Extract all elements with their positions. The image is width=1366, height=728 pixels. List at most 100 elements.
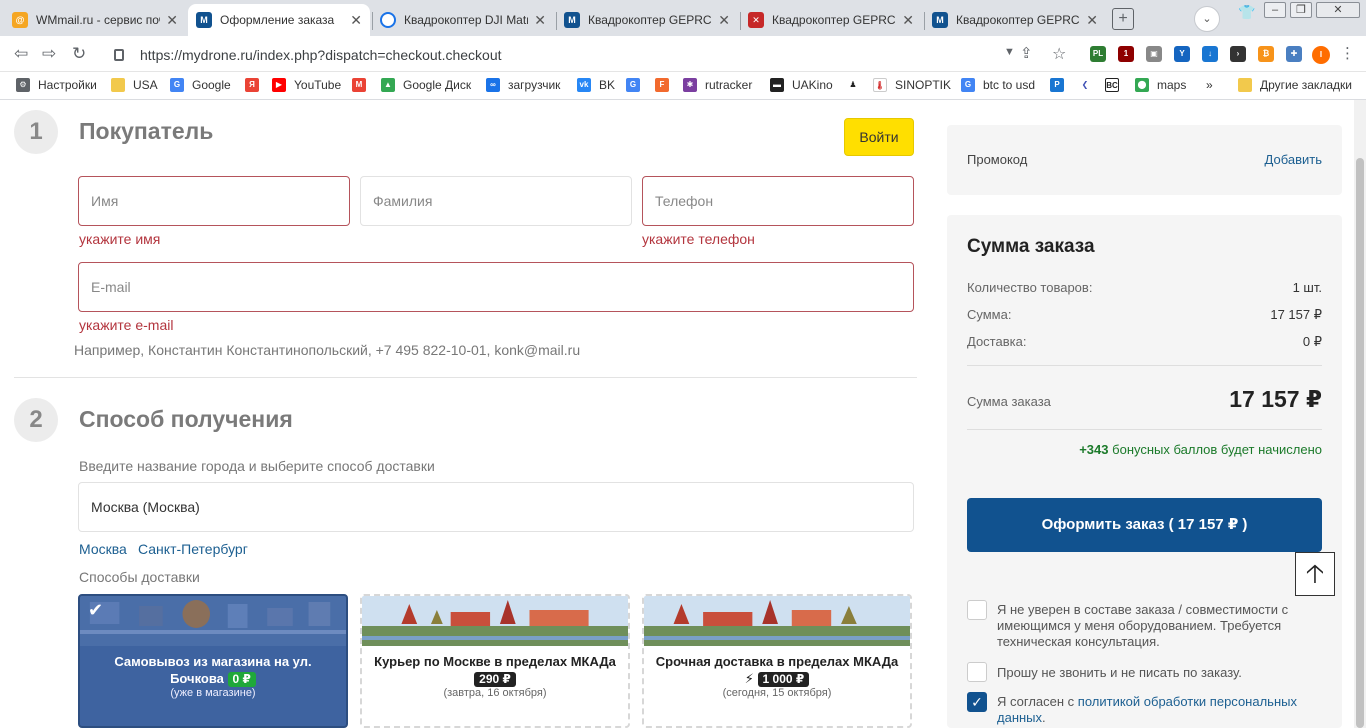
bookmark-bc[interactable]: BC (1105, 78, 1127, 92)
menu-icon[interactable]: ⋮ (1340, 44, 1355, 62)
uakino-icon: ▬ (770, 78, 784, 92)
bookmark-yandex[interactable]: Я (245, 78, 267, 92)
bookmark-p[interactable]: P (1050, 78, 1072, 92)
bookmark-chess[interactable]: ♟ (846, 78, 868, 92)
bookmark-label: YouTube (294, 78, 342, 92)
vk-icon: vk (577, 78, 591, 92)
close-icon[interactable]: ✕ (1086, 12, 1098, 29)
promo-label: Промокод (967, 152, 1028, 167)
tab-geprc-1[interactable]: M Квадрокоптер GEPRC C ✕ (556, 4, 738, 36)
bookmark-label: rutracker (705, 78, 753, 92)
bookmark-star-icon[interactable]: ☆ (1052, 44, 1066, 64)
add-promo-link[interactable]: Добавить (1265, 152, 1322, 167)
extension-bitcoin-icon[interactable]: ₿ (1258, 46, 1274, 62)
tab-checkout[interactable]: M Оформление заказа ✕ (188, 4, 370, 36)
bookmarks-overflow-button[interactable]: » (1206, 78, 1213, 92)
tab-geprc-3[interactable]: M Квадрокоптер GEPRC C ✕ (924, 4, 1106, 36)
browser-toolbar: ⇦ ⇨ ↻ https://mydrone.ru/index.php?dispa… (0, 36, 1366, 72)
page-scrollbar[interactable] (1354, 100, 1366, 728)
customize-icon[interactable]: 👕 (1238, 4, 1255, 21)
first-name-field[interactable]: Имя (78, 176, 350, 226)
minimize-button[interactable]: – (1264, 2, 1286, 18)
first-name-error: укажите имя (79, 231, 161, 247)
scrollbar-thumb[interactable] (1356, 158, 1364, 728)
p-icon: P (1050, 78, 1064, 92)
bookmark-uakino[interactable]: ▬ UAKino (770, 78, 833, 92)
extension-briefcase-icon[interactable]: ▣ (1146, 46, 1162, 62)
forward-icon[interactable]: ⇨ (42, 44, 56, 64)
delivery-option-courier[interactable]: Курьер по Москве в пределах МКАДа 290 ₽ … (360, 594, 630, 728)
no-contact-checkbox[interactable] (967, 662, 987, 682)
extension-arrow-icon[interactable]: › (1230, 46, 1246, 62)
delivery-option-pickup[interactable]: ✔ Самовывоз из магазина на ул. Бочкова 0… (78, 594, 348, 728)
bookmark-google-drive[interactable]: ▲ Google Диск (381, 78, 471, 92)
bookmark-youtube[interactable]: ▶ YouTube (272, 78, 341, 92)
selected-check-icon: ✔ (88, 600, 104, 620)
step-number-1: 1 (14, 110, 58, 154)
folder-icon (111, 78, 125, 92)
bookmark-vk[interactable]: vk BK (577, 78, 615, 92)
tab-wmmail[interactable]: @ WMmail.ru - сервис почтовых ✕ (4, 4, 186, 36)
extension-y-icon[interactable]: Y (1174, 46, 1190, 62)
summary-label: Доставка: (967, 334, 1027, 349)
close-icon[interactable]: ✕ (534, 12, 546, 29)
step-number-2: 2 (14, 398, 58, 442)
bookmark-rutracker[interactable]: ✱ rutracker (683, 78, 752, 92)
bookmark-other[interactable]: Другие закладки (1238, 78, 1352, 92)
address-bar[interactable]: https://mydrone.ru/index.php?dispatch=ch… (106, 42, 1036, 68)
city-value: Москва (Москва) (91, 499, 200, 515)
share-icon[interactable]: ⇪ (1020, 44, 1033, 62)
city-link-moscow[interactable]: Москва (79, 541, 127, 557)
consent-suffix: . (1042, 710, 1046, 725)
bookmark-maps[interactable]: ⬤ maps (1135, 78, 1186, 92)
close-window-button[interactable]: ✕ (1316, 2, 1360, 18)
consultation-checkbox[interactable] (967, 600, 987, 620)
tab-dji-matrice[interactable]: Квадрокоптер DJI Matrice ✕ (372, 4, 554, 36)
rutracker-icon: ✱ (683, 78, 697, 92)
extensions-puzzle-icon[interactable]: ✚ (1286, 46, 1302, 62)
bookmark-downloader[interactable]: ∞ загрузчик (486, 78, 560, 92)
bookmark-usa[interactable]: USA (111, 78, 158, 92)
bookmark-gmail[interactable]: M (352, 78, 374, 92)
bookmark-f[interactable]: F (655, 78, 677, 92)
bookmark-arrow[interactable]: ❮ (1078, 78, 1100, 92)
bookmark-settings[interactable]: ⚙ Настройки (16, 78, 97, 92)
delivery-option-express[interactable]: Срочная доставка в пределах МКАДа ⚡ 1 00… (642, 594, 912, 728)
close-icon[interactable]: ✕ (166, 12, 178, 29)
place-order-button[interactable]: Оформить заказ ( 17 157 ₽ ) (967, 498, 1322, 552)
bookmark-google[interactable]: G Google (170, 78, 231, 92)
bookmark-sinoptik[interactable]: 🌡 SINOPTIK (873, 78, 951, 92)
new-tab-button[interactable]: + (1112, 8, 1134, 30)
checkout-page: 1 Покупатель Войти Имя Фамилия Телефон у… (0, 100, 1366, 728)
delivery-option-title: Самовывоз из магазина на ул. Бочкова 0 ₽ (86, 653, 340, 687)
extension-shield-icon[interactable]: 1 (1118, 46, 1134, 62)
last-name-field[interactable]: Фамилия (360, 176, 632, 226)
wmmail-favicon-icon: @ (12, 12, 28, 28)
login-button[interactable]: Войти (844, 118, 914, 156)
extension-download-icon[interactable]: ↓ (1202, 46, 1218, 62)
close-icon[interactable]: ✕ (902, 12, 914, 29)
city-input[interactable]: Москва (Москва) (78, 482, 914, 532)
close-icon[interactable]: ✕ (350, 12, 362, 29)
url-dropdown-icon[interactable]: ▼ (1004, 46, 1015, 58)
tab-geprc-2[interactable]: ✕ Квадрокоптер GEPRC C ✕ (740, 4, 922, 36)
bookmark-translate[interactable]: G (626, 78, 648, 92)
tab-search-button[interactable]: ⌄ (1194, 6, 1220, 32)
bookmark-btc-usd[interactable]: Gbtc to usd (961, 78, 1035, 92)
back-icon[interactable]: ⇦ (14, 44, 28, 64)
extension-pl-icon[interactable]: PL (1090, 46, 1106, 62)
close-icon[interactable]: ✕ (718, 12, 730, 29)
scroll-to-top-button[interactable]: 🡡 (1295, 552, 1335, 596)
summary-label: Количество товаров: (967, 280, 1093, 295)
maximize-button[interactable]: ❐ (1290, 2, 1312, 18)
privacy-consent-checkbox[interactable]: ✓ (967, 692, 987, 712)
bookmark-label: загрузчик (508, 78, 561, 92)
section-divider (14, 377, 917, 378)
phone-field[interactable]: Телефон (642, 176, 914, 226)
total-label: Сумма заказа (967, 394, 1051, 409)
reload-icon[interactable]: ↻ (72, 44, 86, 64)
profile-avatar[interactable]: I (1312, 46, 1330, 64)
email-field[interactable]: E-mail (78, 262, 914, 312)
bookmark-label: SINOPTIK (895, 78, 952, 92)
city-link-spb[interactable]: Санкт-Петербург (138, 541, 248, 557)
